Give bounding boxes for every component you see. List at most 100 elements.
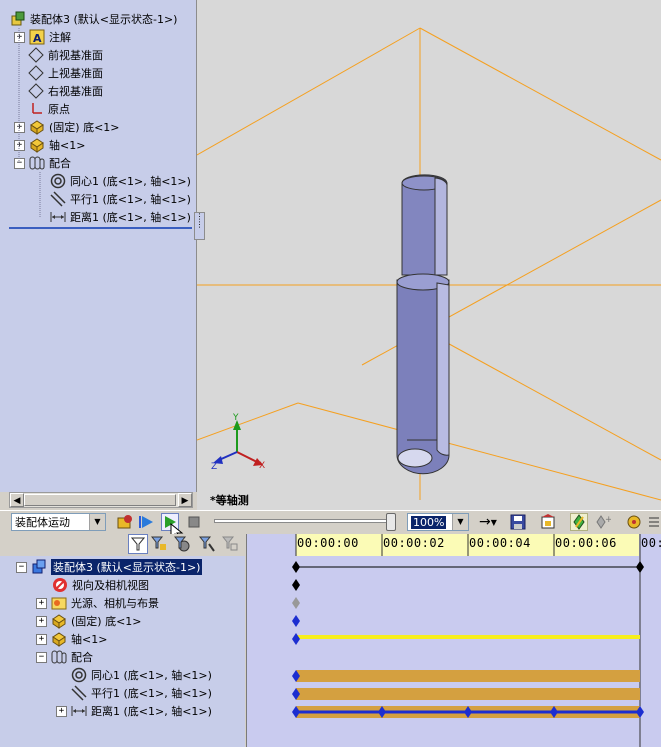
- model-view: Y X Z: [196, 27, 661, 501]
- filter-driving-button[interactable]: [149, 534, 169, 554]
- mates-icon: [51, 649, 67, 665]
- part-icon: [51, 613, 67, 629]
- properties-icon: [627, 515, 641, 529]
- timeline-tracks[interactable]: [246, 534, 661, 747]
- expand-icon[interactable]: +: [56, 705, 67, 717]
- motion-tree-item-label: 视向及相机视图: [72, 579, 149, 592]
- motion-tree-item-mates[interactable]: − 配合: [36, 648, 93, 666]
- stop-button[interactable]: [185, 513, 203, 531]
- expand-icon[interactable]: +: [36, 597, 47, 609]
- concentric-icon: [71, 667, 87, 683]
- part-icon: [51, 631, 67, 647]
- motion-tree-item-label: (固定) 底<1>: [71, 615, 142, 628]
- svg-text:+: +: [605, 515, 611, 525]
- add-key-icon: +: [596, 515, 611, 529]
- key-point[interactable]: [292, 579, 300, 591]
- study-type-value: 装配体运动: [15, 516, 70, 529]
- key-point[interactable]: [292, 633, 300, 645]
- play-from-start-button[interactable]: [137, 513, 155, 531]
- feature-manager-tree: 装配体3 (默认<显示状态-1>) + A 注解 前视基准面 上视基准面 右视基…: [0, 0, 197, 492]
- concentric-mate-bar[interactable]: [296, 670, 640, 682]
- scroll-thumb[interactable]: [24, 494, 176, 506]
- filter-results-icon: [199, 536, 215, 552]
- save-animation-button[interactable]: [509, 513, 527, 531]
- parallel-mate-bar[interactable]: [296, 688, 640, 700]
- motion-tree-item-label: 同心1 (底<1>, 轴<1>): [91, 669, 212, 682]
- autokey-button[interactable]: [570, 513, 588, 531]
- key-point[interactable]: [636, 561, 644, 573]
- playback-speed-select[interactable]: 100% ▼: [407, 513, 469, 531]
- chevron-down-icon[interactable]: ▼: [89, 514, 105, 530]
- motion-tree-item-label: 平行1 (底<1>, 轴<1>): [91, 687, 212, 700]
- tree-horizontal-scrollbar[interactable]: ◀ ▶: [9, 492, 193, 508]
- collapse-icon[interactable]: −: [36, 651, 47, 663]
- expand-icon[interactable]: +: [36, 615, 47, 627]
- motion-study-properties-button[interactable]: [625, 513, 643, 531]
- camera-view-icon: [52, 577, 68, 593]
- motion-tree-item-distance[interactable]: + 距离1 (底<1>, 轴<1>): [56, 702, 212, 720]
- shaft-model: [396, 174, 450, 475]
- filter-collapse-icon: [222, 536, 238, 551]
- tree-item-concentric[interactable]: 同心1 (底<1>, 轴<1>): [50, 172, 191, 190]
- panel-splitter-handle[interactable]: ⋮ ⋮: [194, 212, 205, 240]
- motion-tree-item-lights[interactable]: + 光源、相机与布景: [36, 594, 159, 612]
- motion-tree-item-label: 距离1 (底<1>, 轴<1>): [91, 705, 212, 718]
- expand-icon[interactable]: +: [36, 633, 47, 645]
- axis-triad: Y X Z: [211, 413, 265, 472]
- motion-tree-root[interactable]: − 装配体3 (默认<显示状态-1>): [16, 558, 203, 576]
- filter-results-button[interactable]: [197, 534, 217, 554]
- svg-text:Z: Z: [211, 462, 217, 472]
- stop-icon: [188, 516, 200, 528]
- playback-slider-thumb[interactable]: [386, 513, 396, 531]
- animation-wizard-button[interactable]: [539, 513, 557, 531]
- key-point[interactable]: [292, 615, 300, 627]
- scroll-right-icon[interactable]: ▶: [178, 493, 192, 507]
- graphics-viewport[interactable]: Y X Z: [196, 0, 661, 510]
- tree-item-label: 平行1 (底<1>, 轴<1>): [70, 193, 191, 206]
- playback-speed-value: 100%: [411, 515, 447, 529]
- calculate-icon: [117, 515, 132, 529]
- playback-slider[interactable]: [214, 519, 394, 523]
- key-point[interactable]: [292, 597, 300, 609]
- key-point[interactable]: [292, 561, 300, 573]
- distance-icon: [71, 703, 87, 719]
- autokey-icon: [573, 514, 585, 530]
- save-icon: [510, 514, 526, 530]
- add-key-button[interactable]: +: [594, 513, 612, 531]
- tree-item-distance[interactable]: 距离1 (底<1>, 轴<1>): [50, 208, 191, 226]
- animation-wizard-icon: [541, 514, 555, 529]
- chevron-down-icon[interactable]: ▼: [452, 514, 468, 530]
- motion-tree-item-parallel[interactable]: 平行1 (底<1>, 轴<1>): [71, 684, 212, 702]
- study-type-select[interactable]: 装配体运动 ▼: [11, 513, 106, 531]
- tree-guide-lines: [18, 28, 41, 217]
- assembly-icon: [31, 559, 47, 575]
- tree-rollback-bar[interactable]: [9, 227, 192, 229]
- motion-tree-item-view-camera[interactable]: 视向及相机视图: [52, 576, 149, 594]
- motion-tree-item-shaft-part[interactable]: + 轴<1>: [36, 630, 107, 648]
- menu-icon: [649, 517, 659, 527]
- motion-tree-item-label: 光源、相机与布景: [71, 597, 159, 610]
- filter-selected-icon: [174, 536, 190, 552]
- filter-icon: [131, 537, 145, 551]
- motion-tree-item-base-part[interactable]: + (固定) 底<1>: [36, 612, 142, 630]
- motion-tree-root-label: 装配体3 (默认<显示状态-1>): [51, 559, 203, 575]
- calculate-button[interactable]: [116, 513, 134, 531]
- lights-icon: [51, 595, 67, 611]
- arrow-right-icon: →: [479, 514, 491, 530]
- playback-mode-button[interactable]: → ▼: [474, 513, 502, 531]
- svg-text:Y: Y: [232, 413, 239, 423]
- filter-driving-icon: [151, 536, 166, 550]
- tree-item-parallel[interactable]: 平行1 (底<1>, 轴<1>): [50, 190, 191, 208]
- scroll-left-icon[interactable]: ◀: [10, 493, 24, 507]
- timeline-menu-button[interactable]: [648, 513, 660, 531]
- parallel-icon: [71, 685, 87, 701]
- filter-selected-button[interactable]: [172, 534, 192, 554]
- tree-item-label: 同心1 (底<1>, 轴<1>): [70, 175, 191, 188]
- motion-tree-item-concentric[interactable]: 同心1 (底<1>, 轴<1>): [71, 666, 212, 684]
- svg-text:X: X: [259, 461, 265, 471]
- motion-tree-item-label: 配合: [71, 651, 93, 664]
- filter-animated-button[interactable]: [128, 534, 148, 554]
- collapse-icon[interactable]: −: [16, 561, 27, 573]
- shaft-motion-bar[interactable]: [296, 635, 640, 639]
- filter-collapse-button[interactable]: [220, 534, 240, 554]
